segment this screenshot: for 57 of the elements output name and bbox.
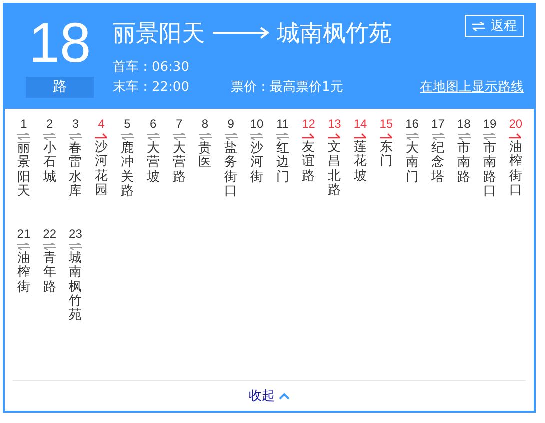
stop-name[interactable]: 文昌北路 <box>328 141 342 198</box>
stop-number: 19 <box>483 117 497 133</box>
stop-name[interactable]: 大营路 <box>172 142 186 185</box>
first-bus-time: 首车：06:30 <box>113 59 190 76</box>
fare-text: 票价：最高票价1元 <box>231 79 344 96</box>
stop-name[interactable]: 红边门 <box>276 142 290 185</box>
stop-number: 13 <box>328 117 342 133</box>
stop-name[interactable]: 贵医 <box>198 142 212 171</box>
destination-stop: 城南枫竹苑 <box>277 20 392 48</box>
route-number: 18 <box>28 13 92 73</box>
stop-number: 10 <box>250 117 264 133</box>
stop-number: 22 <box>43 227 57 244</box>
swap-arrows-icon <box>472 22 485 30</box>
stop-name[interactable]: 丽景阳天 <box>17 142 30 200</box>
stop-name[interactable]: 东门 <box>380 141 393 170</box>
stop-name[interactable]: 沙河花园 <box>95 141 108 198</box>
route-suffix: 路 <box>26 77 94 98</box>
stop-name[interactable]: 油榨街 <box>17 252 30 296</box>
stop-number: 4 <box>98 117 105 133</box>
stop-number: 6 <box>150 117 157 133</box>
stop-name[interactable]: 城南枫竹苑 <box>69 252 82 324</box>
stop-name[interactable]: 大南门 <box>406 142 419 185</box>
stop-number: 2 <box>46 117 54 133</box>
stop-number: 12 <box>302 117 316 133</box>
stop-name[interactable]: 油榨街口 <box>509 141 522 198</box>
stop-number: 17 <box>432 117 445 133</box>
stop-name[interactable]: 大营坡 <box>146 142 160 185</box>
stop-number: 9 <box>228 117 234 133</box>
stop-number: 5 <box>124 117 131 133</box>
stop-number: 16 <box>406 117 419 133</box>
collapse-button[interactable]: 收起 <box>243 386 296 406</box>
last-bus-time: 末车：22:00 <box>113 79 190 96</box>
stop-name[interactable]: 市南路口 <box>483 142 496 200</box>
stop-name[interactable]: 纪念塔 <box>432 142 445 185</box>
stop-number: 11 <box>276 117 290 133</box>
stop-number: 18 <box>457 117 471 133</box>
stop-name[interactable]: 市南路 <box>458 142 471 185</box>
stop-name[interactable]: 小石城 <box>43 142 56 185</box>
stop-name[interactable]: 沙河街 <box>250 142 264 185</box>
stop-name[interactable]: 鹿冲关路 <box>121 142 134 200</box>
stop-name[interactable]: 莲花坡 <box>354 141 368 184</box>
stop-number: 20 <box>509 117 523 133</box>
stop-number: 14 <box>354 117 368 133</box>
stop-number: 3 <box>72 117 80 133</box>
stop-name[interactable]: 春雷水库 <box>69 142 82 200</box>
arrow-icon <box>213 27 269 39</box>
stop-number: 1 <box>20 117 28 133</box>
stop-name[interactable]: 青年路 <box>43 252 56 296</box>
stop-number: 7 <box>176 117 183 133</box>
stop-name[interactable]: 友谊路 <box>302 141 316 184</box>
stop-number: 8 <box>202 117 209 133</box>
stop-name[interactable]: 盐务街口 <box>224 142 238 200</box>
stop-number: 15 <box>380 117 394 133</box>
chevron-up-icon <box>279 392 290 400</box>
stop-number: 21 <box>17 227 31 244</box>
stop-number: 23 <box>69 227 82 244</box>
origin-stop: 丽景阳天 <box>113 20 205 48</box>
